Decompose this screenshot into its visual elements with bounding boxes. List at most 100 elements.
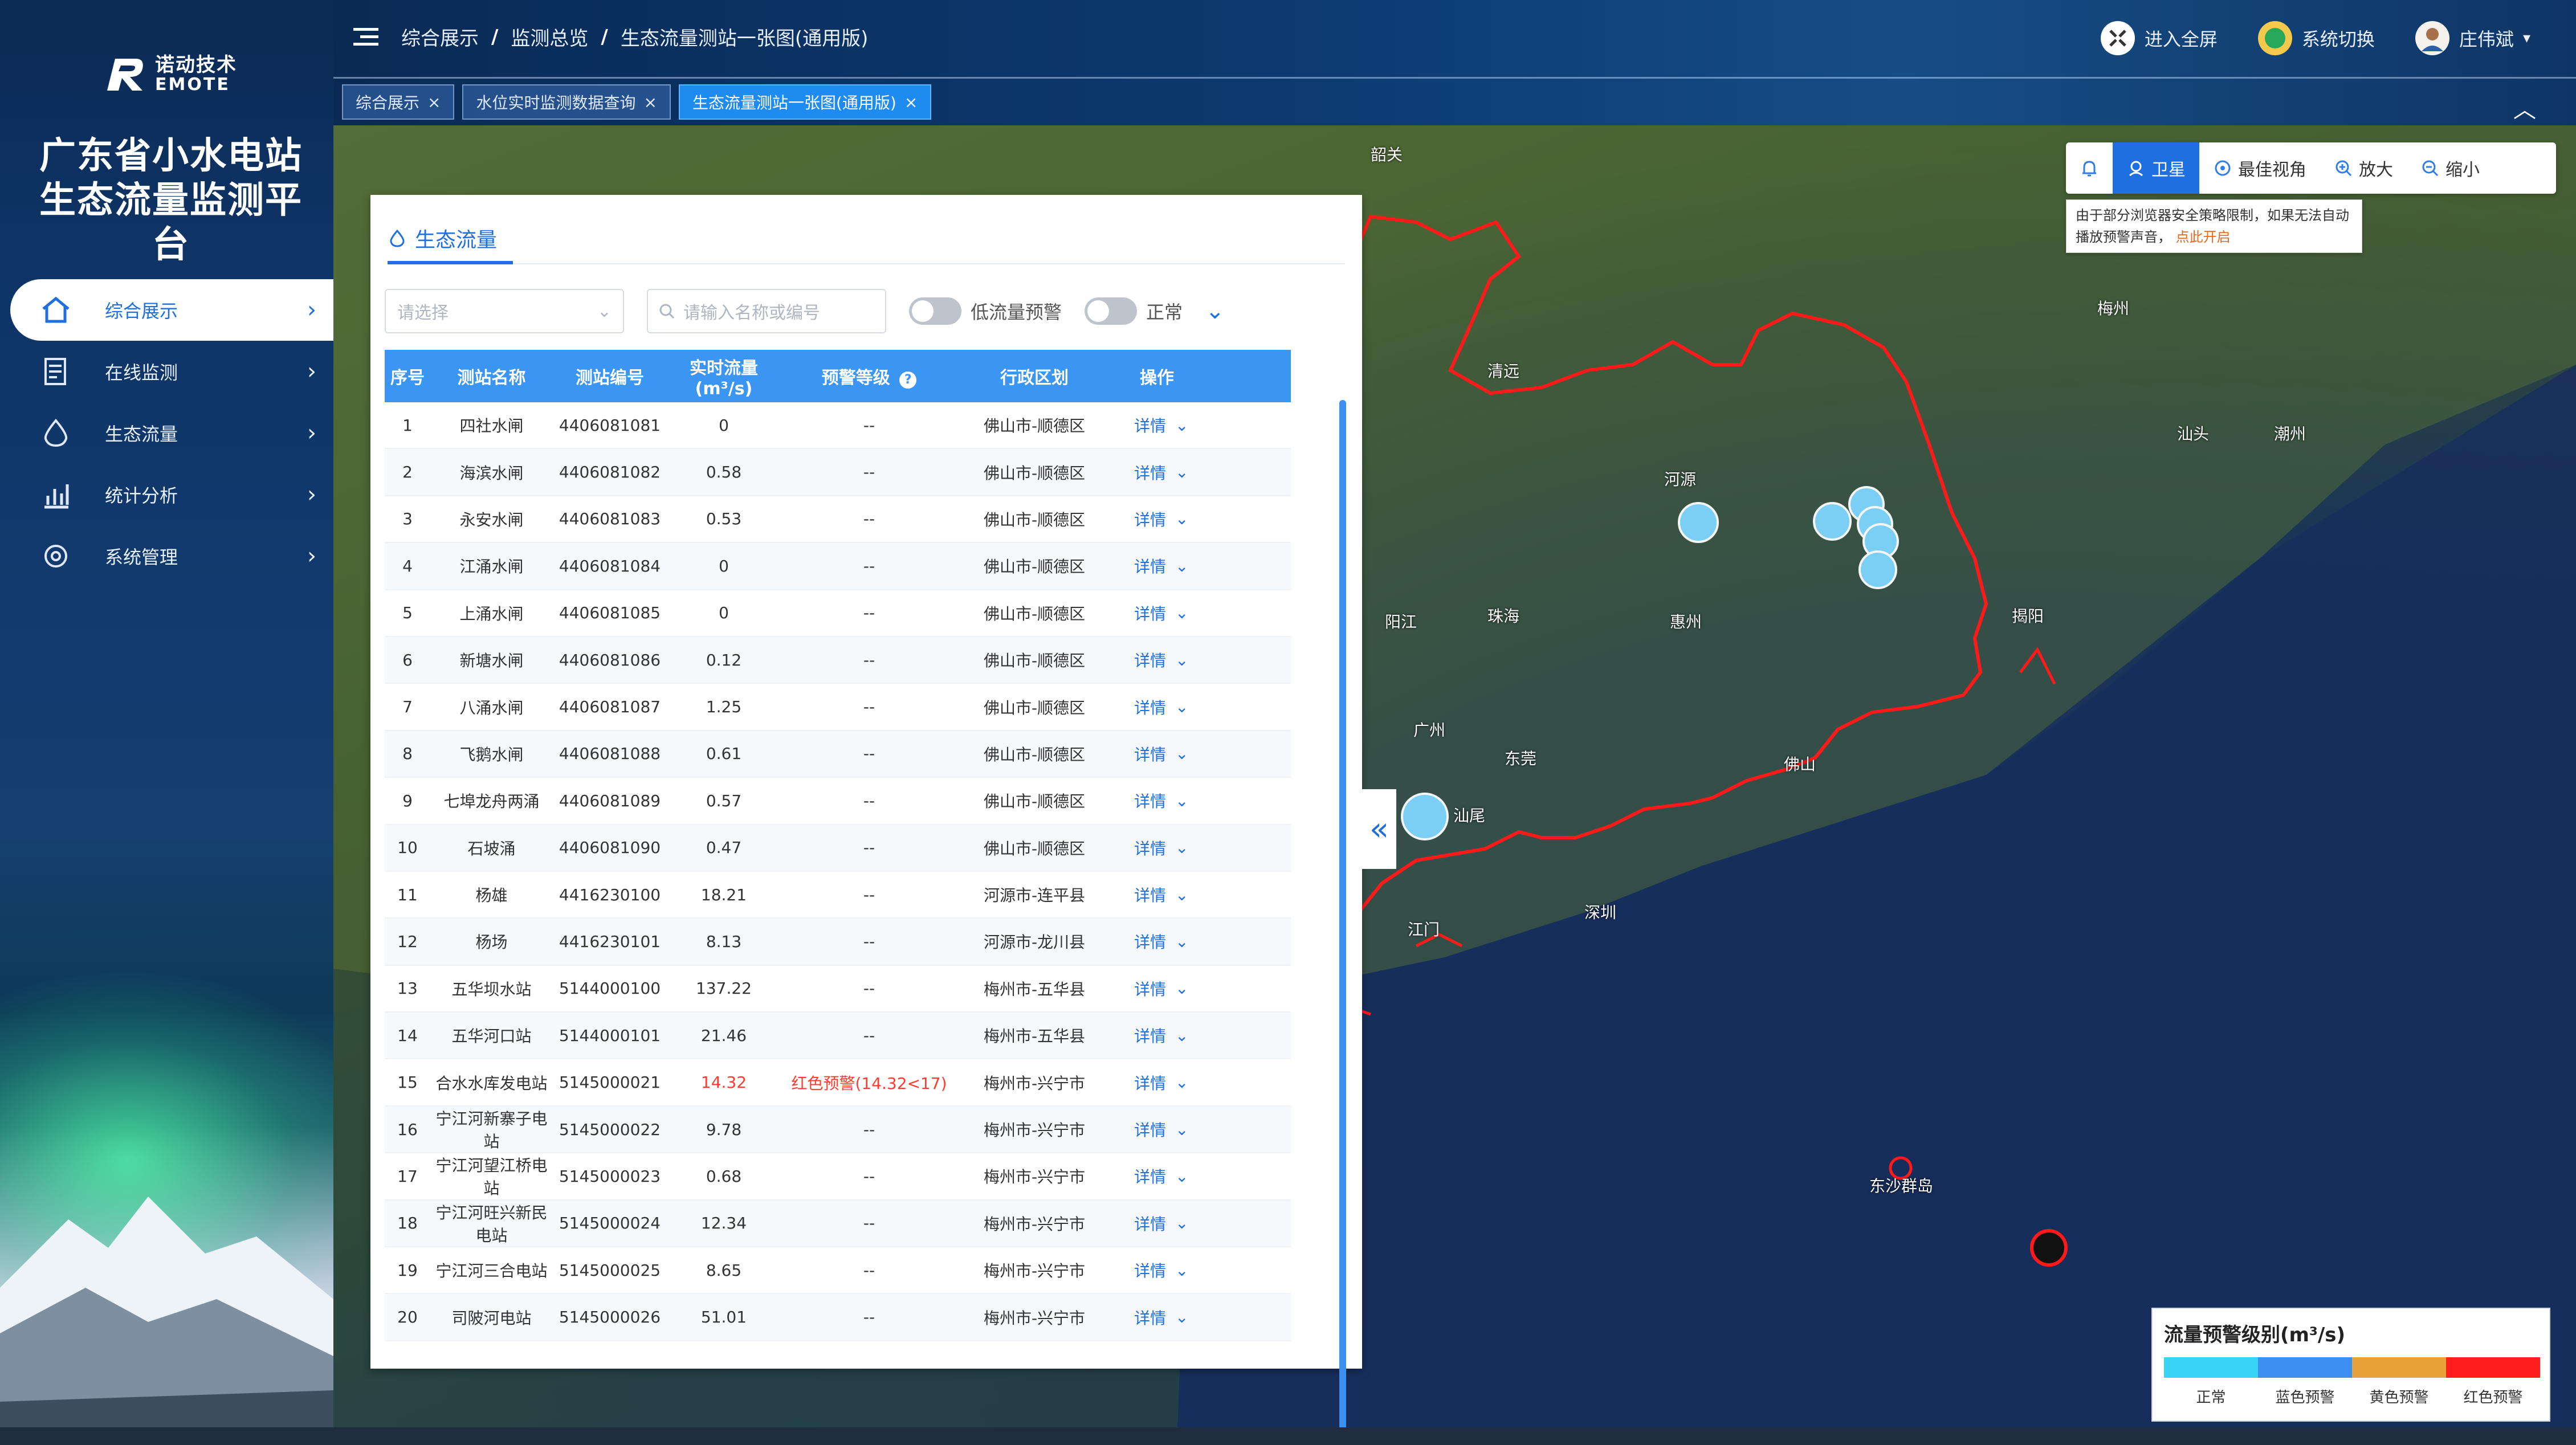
details-button[interactable]: 详情 ⌄ (1111, 1024, 1203, 1047)
details-button[interactable]: 详情 ⌄ (1111, 883, 1203, 906)
cell-region: 佛山市-顺德区 (983, 604, 1086, 623)
normal-switch[interactable] (1085, 297, 1138, 325)
details-button[interactable]: 详情 ⌄ (1111, 1259, 1203, 1281)
sidebar-item-statistics[interactable]: 统计分析 › (10, 464, 333, 525)
cell-station-code: 5145000022 (559, 1120, 661, 1139)
alert-sound-button[interactable] (2066, 142, 2113, 194)
details-button[interactable]: 详情 ⌄ (1111, 461, 1203, 484)
best-view-button[interactable]: 最佳视角 (2199, 142, 2320, 194)
home-icon (42, 296, 70, 323)
details-button[interactable]: 详情 ⌄ (1111, 977, 1203, 1000)
breadcrumb-item[interactable]: 监测总览 (511, 23, 588, 51)
table-scrollbar[interactable] (1339, 400, 1346, 1445)
cell-station-name: 五华坝水站 (451, 979, 532, 999)
column-header: 序号 (390, 368, 425, 388)
cell-station-name: 宁江河旺兴新民电站 (435, 1203, 548, 1245)
table-row: 11 杨雄 4416230100 18.21 -- 河源市-连平县 详情 ⌄ (385, 871, 1291, 919)
details-button[interactable]: 详情 ⌄ (1111, 554, 1203, 577)
details-button[interactable]: 详情 ⌄ (1111, 930, 1203, 953)
panel-title: 生态流量 (388, 223, 497, 253)
cell-flow: 51.01 (700, 1308, 747, 1327)
cell-station-name: 五华河口站 (451, 1027, 532, 1046)
cell-flow: 0.53 (706, 509, 742, 529)
sidebar-item-overview[interactable]: 综合展示 › (10, 279, 333, 341)
legend-swatch (2352, 1357, 2446, 1378)
cell-region: 佛山市-顺德区 (983, 557, 1086, 577)
low-flow-switch[interactable] (909, 297, 961, 325)
map-label: 阳江 (1385, 613, 1417, 631)
cell-warning-level: -- (863, 838, 875, 858)
user-menu[interactable]: 庄伟斌 ▾ (2415, 21, 2530, 56)
sidebar-item-eco-flow[interactable]: 生态流量 › (10, 402, 333, 464)
chevron-down-icon: ⌄ (1175, 463, 1189, 482)
chevron-down-icon: ⌄ (1175, 932, 1189, 951)
satellite-button[interactable]: 卫星 (2113, 142, 2199, 194)
normal-toggle[interactable]: 正常 (1085, 297, 1183, 325)
cell-flow: 0 (719, 556, 729, 575)
column-header: 预警等级 (821, 368, 890, 388)
cell-region: 梅州市-兴宁市 (983, 1262, 1086, 1281)
details-label: 详情 (1134, 745, 1167, 764)
region-select[interactable]: 请选择 ⌄ (385, 289, 624, 333)
tab-eco-flow-map[interactable]: 生态流量测站一张图(通用版) × (678, 84, 932, 120)
menu-toggle-icon[interactable] (353, 27, 378, 47)
close-icon[interactable]: × (904, 93, 918, 112)
table-header: 序号 测站名称 测站编号 实时流量(m³/s) 预警等级 ? 行政区划 操作 (385, 350, 1291, 402)
column-header-warning: 预警等级 ? (781, 364, 957, 389)
column-header: 行政区划 (1000, 368, 1069, 388)
sidebar-item-online-monitor[interactable]: 在线监测 › (10, 341, 333, 402)
cell-station-name: 八涌水闸 (459, 698, 524, 717)
details-button[interactable]: 详情 ⌄ (1111, 742, 1203, 765)
details-button[interactable]: 详情 ⌄ (1111, 508, 1203, 530)
search-input[interactable]: 请输入名称或编号 (647, 289, 886, 333)
close-icon[interactable]: × (644, 93, 657, 112)
table-row: 20 司陂河电站 5145000026 51.01 -- 梅州市-兴宁市 详情 ⌄ (385, 1294, 1291, 1341)
filter-bar: 请选择 ⌄ 请输入名称或编号 低流量预警 正常 ⌄ (385, 289, 1225, 333)
cell-station-code: 4406081090 (559, 838, 661, 858)
details-label: 详情 (1134, 1214, 1167, 1234)
low-flow-toggle[interactable]: 低流量预警 (909, 297, 1062, 325)
cell-warning-level: 红色预警(14.32<17) (791, 1073, 947, 1093)
switch-system-button[interactable]: 系统切换 (2257, 21, 2375, 56)
details-button[interactable]: 详情 ⌄ (1111, 1306, 1203, 1329)
tab-overview[interactable]: 综合展示 × (342, 84, 455, 120)
fullscreen-button[interactable]: 进入全屏 (2100, 21, 2218, 56)
scroll-thumb[interactable] (1339, 400, 1346, 1445)
legend-title: 流量预警级别(m³/s) (2164, 1324, 2346, 1346)
details-button[interactable]: 详情 ⌄ (1111, 836, 1203, 859)
logo-icon (107, 59, 143, 91)
details-button[interactable]: 详情 ⌄ (1111, 648, 1203, 671)
cell-flow: 12.34 (700, 1214, 747, 1233)
details-button[interactable]: 详情 ⌄ (1111, 1071, 1203, 1094)
details-button[interactable]: 详情 ⌄ (1111, 1118, 1203, 1141)
legend-bars (2164, 1357, 2540, 1378)
collapse-panel-button[interactable]: « (1362, 789, 1396, 869)
cell-warning-level: -- (863, 1308, 875, 1327)
help-icon[interactable]: ? (899, 372, 917, 389)
enable-sound-link[interactable]: 点此开启 (2176, 229, 2231, 245)
cell-station-name: 四社水闸 (459, 417, 524, 436)
details-button[interactable]: 详情 ⌄ (1111, 414, 1203, 436)
details-button[interactable]: 详情 ⌄ (1111, 696, 1203, 719)
zoom-in-button[interactable]: 放大 (2320, 142, 2407, 194)
table-row: 17 宁江河望江桥电站 5145000023 0.68 -- 梅州市-兴宁市 详情 ⌄ (385, 1153, 1291, 1201)
details-button[interactable]: 详情 ⌄ (1111, 1165, 1203, 1187)
map-label: 汕头 (2177, 424, 2210, 443)
sidebar-item-system[interactable]: 系统管理 › (10, 525, 333, 587)
details-button[interactable]: 详情 ⌄ (1111, 602, 1203, 624)
chevron-down-icon[interactable]: ⌄ (1205, 298, 1225, 324)
details-button[interactable]: 详情 ⌄ (1111, 789, 1203, 812)
cell-station-name: 永安水闸 (459, 510, 524, 529)
zoom-out-button[interactable]: 缩小 (2407, 142, 2493, 194)
breadcrumb-item[interactable]: 生态流量测站一张图(通用版) (621, 23, 869, 51)
breadcrumb-item[interactable]: 综合展示 (401, 23, 479, 51)
chevron-down-icon: ⌄ (1175, 1214, 1189, 1233)
cell-no: 8 (402, 744, 413, 764)
close-icon[interactable]: × (427, 93, 441, 112)
details-label: 详情 (1134, 1308, 1167, 1328)
chevron-up-icon[interactable]: ︿ (2513, 91, 2536, 124)
tab-water-level-query[interactable]: 水位实时监测数据查询 × (462, 84, 671, 120)
cell-warning-level: -- (863, 650, 875, 670)
details-button[interactable]: 详情 ⌄ (1111, 1212, 1203, 1235)
chevron-down-icon: ⌄ (1175, 415, 1189, 435)
